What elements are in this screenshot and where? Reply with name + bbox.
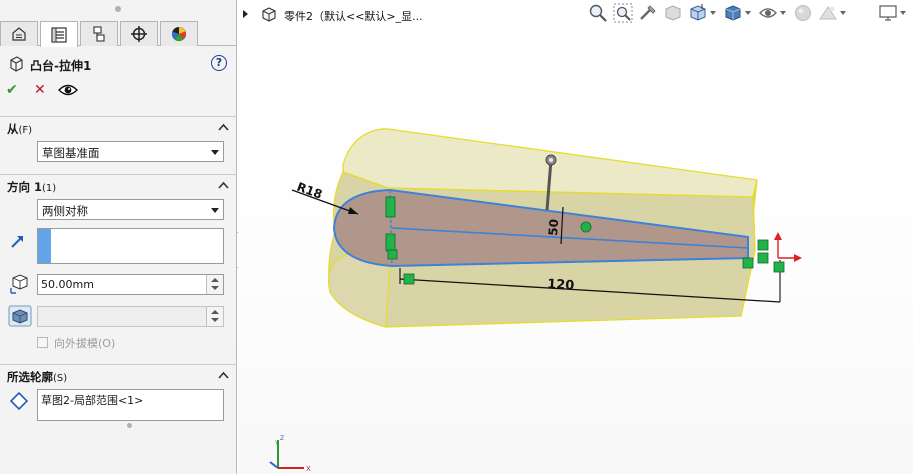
depth-spinner[interactable] — [206, 275, 223, 294]
ok-button[interactable]: ✔ — [6, 82, 18, 98]
selected-contours-list[interactable]: 草图2-局部范围<1> — [37, 389, 224, 421]
spin-down-icon[interactable] — [211, 286, 219, 290]
end-condition-select[interactable]: 两侧对称 — [37, 199, 224, 220]
section-direction1-hint: (1) — [42, 183, 57, 194]
selection-accent — [38, 229, 51, 263]
feature-manager-icon — [12, 27, 26, 41]
direction-vector-field[interactable] — [37, 228, 224, 264]
section-direction1-header[interactable]: 方向 1(1) — [0, 174, 237, 196]
extrude-drag-handle[interactable] — [545, 154, 557, 166]
relation-marker[interactable] — [580, 221, 592, 233]
triad-x-label: X — [306, 465, 311, 473]
section-contours-title: 所选轮廓 — [7, 370, 53, 384]
depth-value: 50.00mm — [41, 278, 94, 291]
tab-configuration-manager[interactable] — [80, 21, 118, 46]
from-select-value: 草图基准面 — [42, 146, 100, 160]
relation-marker[interactable] — [387, 249, 398, 260]
chevron-up-icon[interactable] — [218, 371, 229, 379]
tab-property-manager[interactable] — [40, 21, 78, 47]
property-manager-icon — [51, 26, 67, 43]
depth-input[interactable]: 50.00mm — [37, 274, 224, 295]
triad-z-label: Z — [280, 435, 284, 442]
feature-header: 凸台-拉伸1 ? — [6, 54, 231, 76]
relation-marker[interactable] — [403, 273, 415, 285]
dimxpert-icon — [131, 26, 147, 42]
action-buttons: ✔ ✕ — [6, 82, 106, 100]
chevron-down-icon — [211, 208, 219, 213]
spin-down-icon — [211, 318, 219, 322]
radius-dimension-label[interactable]: R18 — [295, 180, 324, 202]
length-dimension-label[interactable]: 120 — [547, 277, 575, 294]
section-contours-hint: (S) — [53, 373, 68, 384]
draft-angle-input — [37, 306, 224, 327]
draft-outward-option: 向外拔模(O) — [37, 335, 217, 351]
tab-display-manager[interactable] — [160, 21, 198, 46]
section-from-header[interactable]: 从(F) — [0, 116, 237, 138]
configuration-manager-icon — [93, 26, 105, 42]
preview-eye-icon[interactable] — [58, 83, 78, 97]
tab-feature-manager[interactable] — [0, 21, 38, 46]
relation-marker[interactable] — [742, 257, 754, 269]
relation-marker[interactable] — [773, 261, 785, 273]
display-manager-icon — [171, 27, 187, 42]
draft-outward-checkbox — [37, 337, 48, 348]
help-button[interactable]: ? — [211, 55, 227, 71]
tab-dimxpert-manager[interactable] — [120, 21, 158, 46]
property-manager-panel: 凸台-拉伸1 ? ✔ ✕ 从(F) 草图基准面 方向 1(1) 两侧对称 50.… — [0, 0, 237, 474]
section-from-hint: (F) — [18, 125, 33, 136]
section-from-title: 从 — [7, 122, 19, 136]
end-condition-value: 两侧对称 — [42, 204, 88, 218]
draft-on-off-icon[interactable] — [8, 305, 32, 327]
from-select[interactable]: 草图基准面 — [37, 141, 224, 162]
section-direction1-title: 方向 1 — [7, 180, 43, 194]
boss-extrude-icon — [10, 56, 23, 72]
reference-triad: Y Z X — [269, 435, 311, 473]
relation-marker[interactable] — [757, 252, 769, 264]
origin-arrow-right — [794, 254, 802, 262]
origin-arrow-up — [774, 232, 782, 240]
cancel-button[interactable]: ✕ — [34, 82, 46, 98]
spin-up-icon — [211, 310, 219, 314]
chevron-up-icon[interactable] — [218, 123, 229, 131]
selected-contour-item[interactable]: 草图2-局部范围<1> — [41, 392, 143, 408]
section-contours-header[interactable]: 所选轮廓(S) — [0, 364, 237, 386]
chevron-up-icon[interactable] — [218, 181, 229, 189]
selected-contours-icon — [10, 392, 28, 410]
chevron-down-icon — [211, 150, 219, 155]
draft-outward-label: 向外拔模(O) — [54, 337, 116, 350]
model-view[interactable]: R18 120 50 — [238, 0, 913, 474]
feature-title: 凸台-拉伸1 — [30, 59, 92, 73]
list-resize-handle[interactable] — [127, 423, 132, 428]
height-dimension-label[interactable]: 50 — [546, 219, 561, 237]
triad-y-label: Y — [274, 440, 279, 447]
manager-tab-bar — [0, 18, 237, 47]
relation-marker[interactable] — [385, 233, 396, 252]
graphics-area[interactable]: 零件2（默认<<默认>_显... R18 120 50 Y Z X — [238, 0, 913, 474]
spin-up-icon[interactable] — [211, 278, 219, 282]
reverse-direction-icon[interactable] — [10, 233, 26, 249]
relation-marker[interactable] — [385, 196, 396, 218]
panel-grip-handle[interactable] — [115, 6, 121, 12]
depth-dimension-icon — [10, 274, 28, 294]
relation-marker[interactable] — [757, 239, 769, 251]
draft-angle-spinner — [206, 307, 223, 326]
